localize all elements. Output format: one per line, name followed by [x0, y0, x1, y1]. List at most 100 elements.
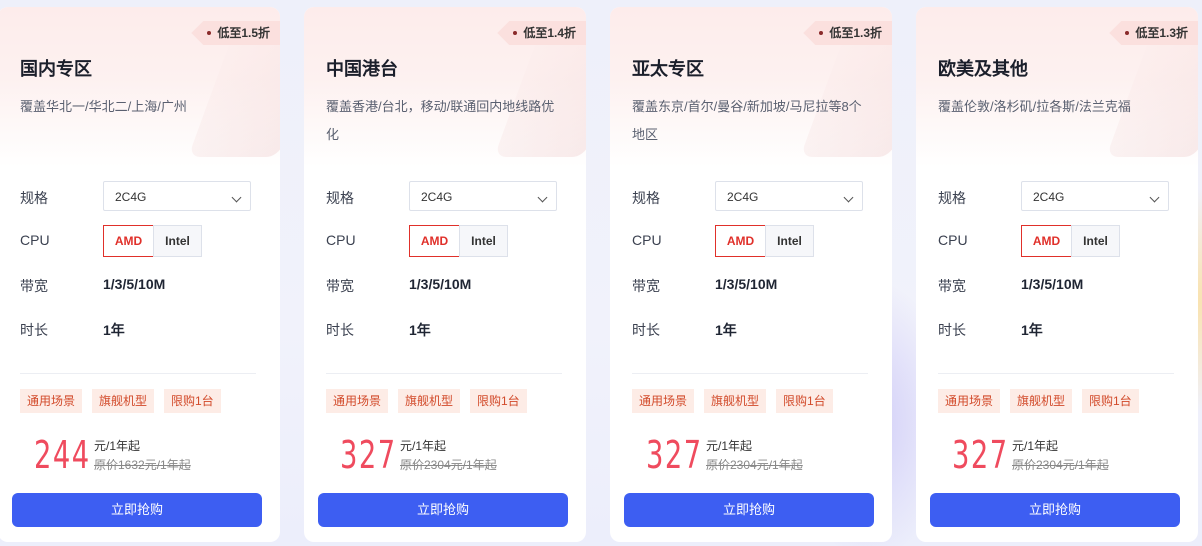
cpu-label: CPU: [20, 232, 50, 248]
cpu-label: CPU: [326, 232, 356, 248]
card-description: 覆盖伦敦/洛杉矶/拉各斯/法兰克福: [938, 99, 1131, 114]
chevron-down-icon: [537, 192, 548, 203]
bandwidth-value: 1/3/5/10M: [1021, 276, 1084, 292]
card-title: 国内专区: [20, 59, 92, 79]
spec-label: 规格: [326, 190, 354, 206]
duration-label: 时长: [20, 322, 48, 338]
tag-general: 通用场景: [938, 389, 1001, 413]
spec-select-value: 2C4G: [1033, 190, 1065, 204]
tag-limit: 限购1台: [164, 389, 221, 413]
badge-dot: [1125, 31, 1130, 35]
tag-general: 通用场景: [20, 389, 83, 413]
discount-badge: 低至1.4折: [497, 21, 586, 45]
product-card-europe-america: 低至1.3折 欧美及其他 覆盖伦敦/洛杉矶/拉各斯/法兰克福 规格 2C4G C…: [916, 7, 1198, 542]
bandwidth-label: 带宽: [632, 278, 660, 294]
divider: [938, 373, 1174, 374]
divider: [326, 373, 562, 374]
tag-flagship: 旗舰机型: [1010, 389, 1073, 413]
spec-label: 规格: [632, 190, 660, 206]
cpu-option-amd[interactable]: AMD: [103, 225, 154, 257]
price-unit: 元/1年起: [400, 439, 447, 453]
badge-dot: [207, 31, 212, 35]
spec-label: 规格: [20, 190, 48, 206]
chevron-down-icon: [843, 192, 854, 203]
spec-select-value: 2C4G: [727, 190, 759, 204]
tag-flagship: 旗舰机型: [704, 389, 767, 413]
spec-select[interactable]: 2C4G: [1021, 181, 1169, 211]
discount-badge: 低至1.5折: [191, 21, 280, 45]
product-card-hk-tw: 低至1.4折 中国港台 覆盖香港/台北，移动/联通回内地线路优化 规格 2C4G…: [304, 7, 586, 542]
duration-label: 时长: [632, 322, 660, 338]
badge-dot: [513, 31, 518, 35]
cpu-label: CPU: [632, 232, 662, 248]
price-unit: 元/1年起: [94, 439, 141, 453]
cpu-option-intel[interactable]: Intel: [765, 225, 814, 257]
discount-text: 低至1.3折: [1135, 26, 1188, 40]
tag-general: 通用场景: [326, 389, 389, 413]
spec-select[interactable]: 2C4G: [715, 181, 863, 211]
tag-limit: 限购1台: [470, 389, 527, 413]
tag-flagship: 旗舰机型: [398, 389, 461, 413]
price-value: 244: [34, 433, 91, 477]
card-title: 中国港台: [326, 59, 398, 79]
duration-label: 时长: [938, 322, 966, 338]
original-price: 原价1632元/1年起: [94, 458, 191, 472]
bandwidth-value: 1/3/5/10M: [409, 276, 472, 292]
cpu-option-intel[interactable]: Intel: [459, 225, 508, 257]
duration-value: 1年: [103, 322, 125, 338]
buy-button[interactable]: 立即抢购: [318, 493, 568, 527]
divider: [20, 373, 256, 374]
bandwidth-label: 带宽: [938, 278, 966, 294]
buy-button[interactable]: 立即抢购: [930, 493, 1180, 527]
card-description: 覆盖香港/台北，移动/联通回内地线路优化: [326, 99, 555, 142]
discount-text: 低至1.3折: [829, 26, 882, 40]
tag-general: 通用场景: [632, 389, 695, 413]
original-price: 原价2304元/1年起: [706, 458, 803, 472]
bandwidth-value: 1/3/5/10M: [715, 276, 778, 292]
price-unit: 元/1年起: [1012, 439, 1059, 453]
spec-select[interactable]: 2C4G: [409, 181, 557, 211]
cpu-label: CPU: [938, 232, 968, 248]
spec-select[interactable]: 2C4G: [103, 181, 251, 211]
cpu-option-intel[interactable]: Intel: [1071, 225, 1120, 257]
cpu-option-amd[interactable]: AMD: [715, 225, 766, 257]
spec-select-value: 2C4G: [115, 190, 147, 204]
price-value: 327: [952, 433, 1009, 477]
original-price: 原价2304元/1年起: [1012, 458, 1109, 472]
duration-value: 1年: [1021, 322, 1043, 338]
product-cards: 低至1.5折 国内专区 覆盖华北一/华北二/上海/广州 规格 2C4G CPU …: [0, 7, 1202, 546]
card-description: 覆盖东京/首尔/曼谷/新加坡/马尼拉等8个地区: [632, 99, 862, 142]
bandwidth-label: 带宽: [326, 278, 354, 294]
tag-flagship: 旗舰机型: [92, 389, 155, 413]
chevron-down-icon: [231, 192, 242, 203]
card-title: 亚太专区: [632, 59, 704, 79]
price-value: 327: [340, 433, 397, 477]
discount-text: 低至1.4折: [523, 26, 576, 40]
card-title: 欧美及其他: [938, 59, 1028, 79]
price-unit: 元/1年起: [706, 439, 753, 453]
duration-value: 1年: [409, 322, 431, 338]
divider: [632, 373, 868, 374]
card-description: 覆盖华北一/华北二/上海/广州: [20, 99, 187, 114]
cpu-option-intel[interactable]: Intel: [153, 225, 202, 257]
product-card-domestic: 低至1.5折 国内专区 覆盖华北一/华北二/上海/广州 规格 2C4G CPU …: [0, 7, 280, 542]
discount-badge: 低至1.3折: [803, 21, 892, 45]
discount-badge: 低至1.3折: [1109, 21, 1198, 45]
duration-value: 1年: [715, 322, 737, 338]
bandwidth-value: 1/3/5/10M: [103, 276, 166, 292]
tag-limit: 限购1台: [776, 389, 833, 413]
tag-limit: 限购1台: [1082, 389, 1139, 413]
cpu-option-amd[interactable]: AMD: [409, 225, 460, 257]
original-price: 原价2304元/1年起: [400, 458, 497, 472]
discount-text: 低至1.5折: [217, 26, 270, 40]
spec-select-value: 2C4G: [421, 190, 453, 204]
price-value: 327: [646, 433, 703, 477]
chevron-down-icon: [1149, 192, 1160, 203]
spec-label: 规格: [938, 190, 966, 206]
duration-label: 时长: [326, 322, 354, 338]
product-card-asia-pacific: 低至1.3折 亚太专区 覆盖东京/首尔/曼谷/新加坡/马尼拉等8个地区 规格 2…: [610, 7, 892, 542]
buy-button[interactable]: 立即抢购: [12, 493, 262, 527]
buy-button[interactable]: 立即抢购: [624, 493, 874, 527]
bandwidth-label: 带宽: [20, 278, 48, 294]
cpu-option-amd[interactable]: AMD: [1021, 225, 1072, 257]
